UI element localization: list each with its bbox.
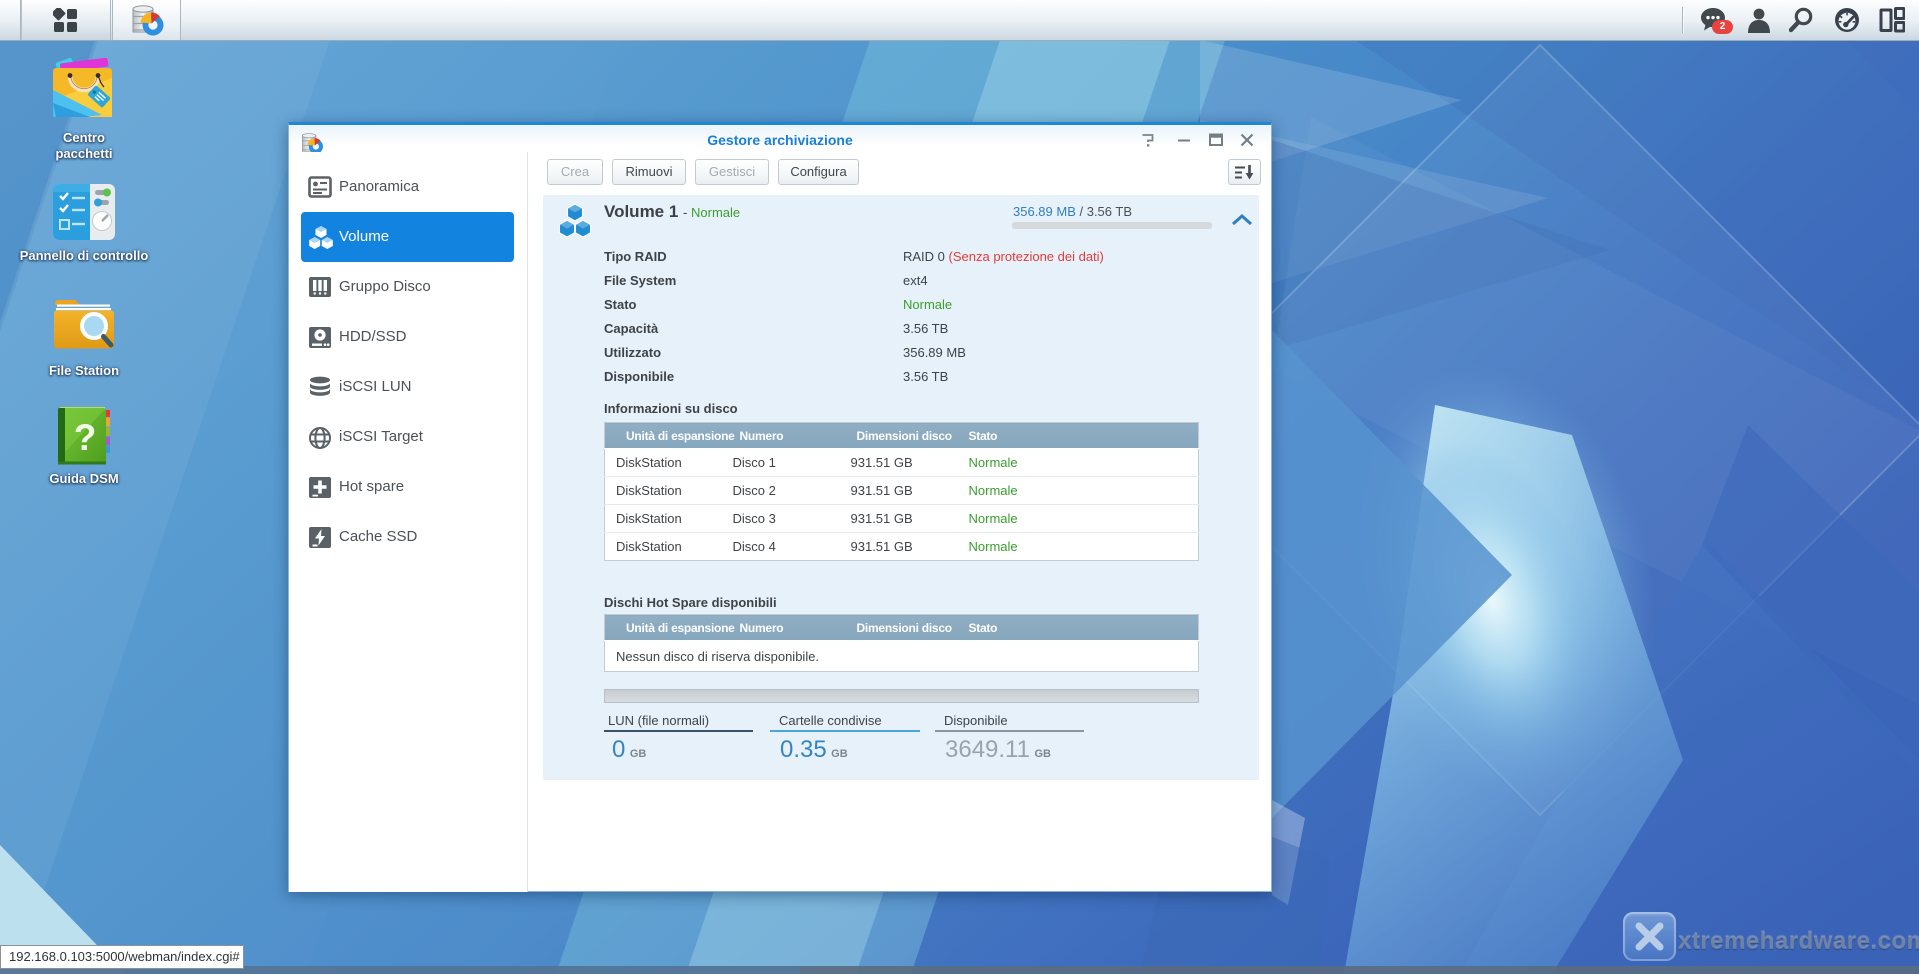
svg-text:?: ?	[74, 417, 97, 458]
